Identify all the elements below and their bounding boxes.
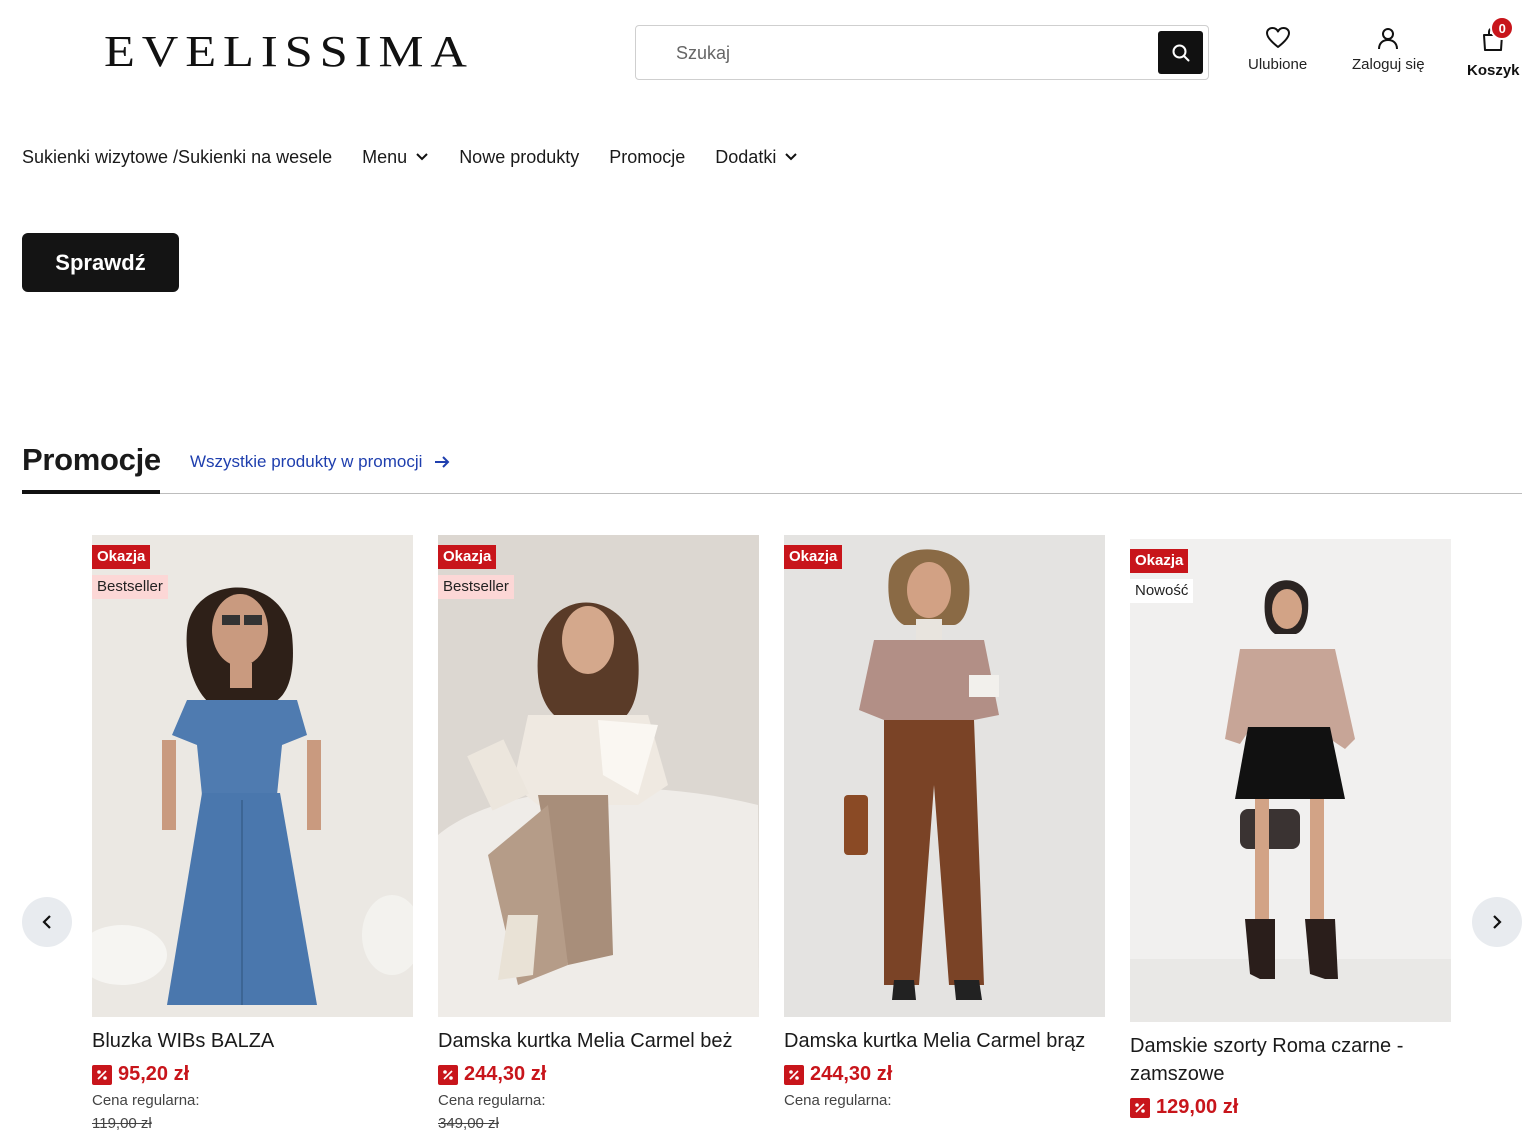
heart-icon bbox=[1265, 27, 1290, 48]
arrow-right-icon bbox=[435, 456, 450, 468]
favorites-link[interactable]: Ulubione bbox=[1248, 26, 1307, 73]
chevron-left-icon bbox=[42, 915, 51, 929]
badge-okazja: Okazja bbox=[438, 545, 497, 569]
nav-item-nowe-produkty[interactable]: Nowe produkty bbox=[459, 147, 579, 168]
discount-percent-icon bbox=[92, 1064, 112, 1085]
regular-price-label: Cena regularna: bbox=[438, 1092, 546, 1109]
nav-item-label: Dodatki bbox=[715, 146, 777, 167]
all-promotions-label: Wszystkie produkty w promocji bbox=[190, 452, 423, 471]
nav-item-label: Promocje bbox=[609, 146, 686, 167]
search-icon bbox=[1172, 44, 1189, 61]
price-value: 244,30 zł bbox=[464, 1063, 547, 1085]
badge-okazja: Okazja bbox=[92, 545, 151, 569]
price-value: 244,30 zł bbox=[810, 1063, 893, 1085]
carousel-next-button[interactable] bbox=[1472, 897, 1522, 947]
product-card[interactable]: Okazja Nowość Damskie szorty Roma czarne… bbox=[1130, 539, 1451, 1119]
nav-item-menu[interactable]: Menu bbox=[362, 147, 429, 168]
regular-price-label: Cena regularna: bbox=[784, 1092, 892, 1109]
user-icon bbox=[1378, 28, 1399, 50]
section-title-underline bbox=[22, 490, 160, 494]
product-card[interactable]: Okazja Damska kurtka Melia Carmel brąz 2… bbox=[784, 535, 1105, 1109]
product-name[interactable]: Damskie szorty Roma czarne - zamszowe bbox=[1130, 1032, 1451, 1088]
search-button[interactable] bbox=[1158, 31, 1203, 74]
nav-item-label: Menu bbox=[362, 146, 408, 167]
nav-item-sukienki[interactable]: Sukienki wizytowe /Sukienki na wesele bbox=[22, 147, 332, 168]
login-label: Zaloguj się bbox=[1352, 56, 1425, 73]
badge-okazja: Okazja bbox=[784, 545, 843, 569]
search-bar bbox=[635, 25, 1209, 80]
product-price: 95,20 zł bbox=[92, 1063, 413, 1086]
product-name[interactable]: Damska kurtka Melia Carmel brąz bbox=[784, 1027, 1105, 1055]
sprawdz-button[interactable]: Sprawdź bbox=[22, 233, 179, 292]
product-price: 244,30 zł bbox=[438, 1063, 759, 1086]
product-name[interactable]: Damska kurtka Melia Carmel beż bbox=[438, 1027, 759, 1055]
badge-bestseller: Bestseller bbox=[92, 575, 168, 599]
product-price: 129,00 zł bbox=[1130, 1096, 1451, 1119]
product-card[interactable]: Okazja Bestseller Damska kurtka Melia Ca… bbox=[438, 535, 759, 1132]
main-nav: Sukienki wizytowe /Sukienki na wesele Me… bbox=[22, 145, 828, 169]
regular-price-value: 119,00 zł bbox=[92, 1115, 152, 1132]
product-name[interactable]: Bluzka WIBs BALZA bbox=[92, 1027, 413, 1055]
product-card[interactable]: Okazja Bestseller Bluzka WIBs BALZA 95,2… bbox=[92, 535, 413, 1132]
price-value: 95,20 zł bbox=[118, 1063, 190, 1085]
regular-price-value: 349,00 zł bbox=[438, 1115, 499, 1132]
badge-nowosc: Nowość bbox=[1130, 579, 1194, 603]
favorites-label: Ulubione bbox=[1248, 56, 1308, 73]
product-image[interactable]: Okazja Bestseller bbox=[92, 535, 413, 1017]
price-value: 129,00 zł bbox=[1156, 1096, 1239, 1118]
badge-bestseller: Bestseller bbox=[438, 575, 514, 599]
discount-percent-icon bbox=[784, 1064, 804, 1085]
carousel-prev-button[interactable] bbox=[22, 897, 72, 947]
nav-item-promocje[interactable]: Promocje bbox=[609, 147, 685, 168]
product-image[interactable]: Okazja Nowość bbox=[1130, 539, 1451, 1022]
login-link[interactable]: Zaloguj się bbox=[1352, 26, 1425, 73]
regular-price-label: Cena regularna: bbox=[92, 1092, 200, 1109]
nav-item-dodatki[interactable]: Dodatki bbox=[715, 147, 798, 168]
badge-okazja: Okazja bbox=[1130, 549, 1189, 573]
all-promotions-link[interactable]: Wszystkie produkty w promocji bbox=[190, 452, 450, 472]
product-image[interactable]: Okazja bbox=[784, 535, 1105, 1017]
chevron-right-icon bbox=[1493, 915, 1502, 929]
product-price: 244,30 zł bbox=[784, 1063, 1105, 1086]
section-title: Promocje bbox=[22, 442, 161, 477]
chevron-down-icon bbox=[416, 153, 428, 161]
search-input[interactable] bbox=[676, 40, 1146, 66]
nav-item-label: Nowe produkty bbox=[459, 146, 580, 167]
brand-logo[interactable]: EVELISSIMA bbox=[104, 30, 576, 74]
nav-item-label: Sukienki wizytowe /Sukienki na wesele bbox=[22, 146, 333, 167]
cart-label: Koszyk bbox=[1467, 62, 1520, 79]
chevron-down-icon bbox=[785, 153, 798, 161]
cart-link[interactable]: 0 Koszyk bbox=[1467, 16, 1520, 79]
cart-count-badge: 0 bbox=[1490, 16, 1515, 40]
section-divider bbox=[22, 493, 1522, 494]
product-image[interactable]: Okazja Bestseller bbox=[438, 535, 759, 1017]
discount-percent-icon bbox=[438, 1064, 458, 1085]
discount-percent-icon bbox=[1130, 1097, 1150, 1118]
